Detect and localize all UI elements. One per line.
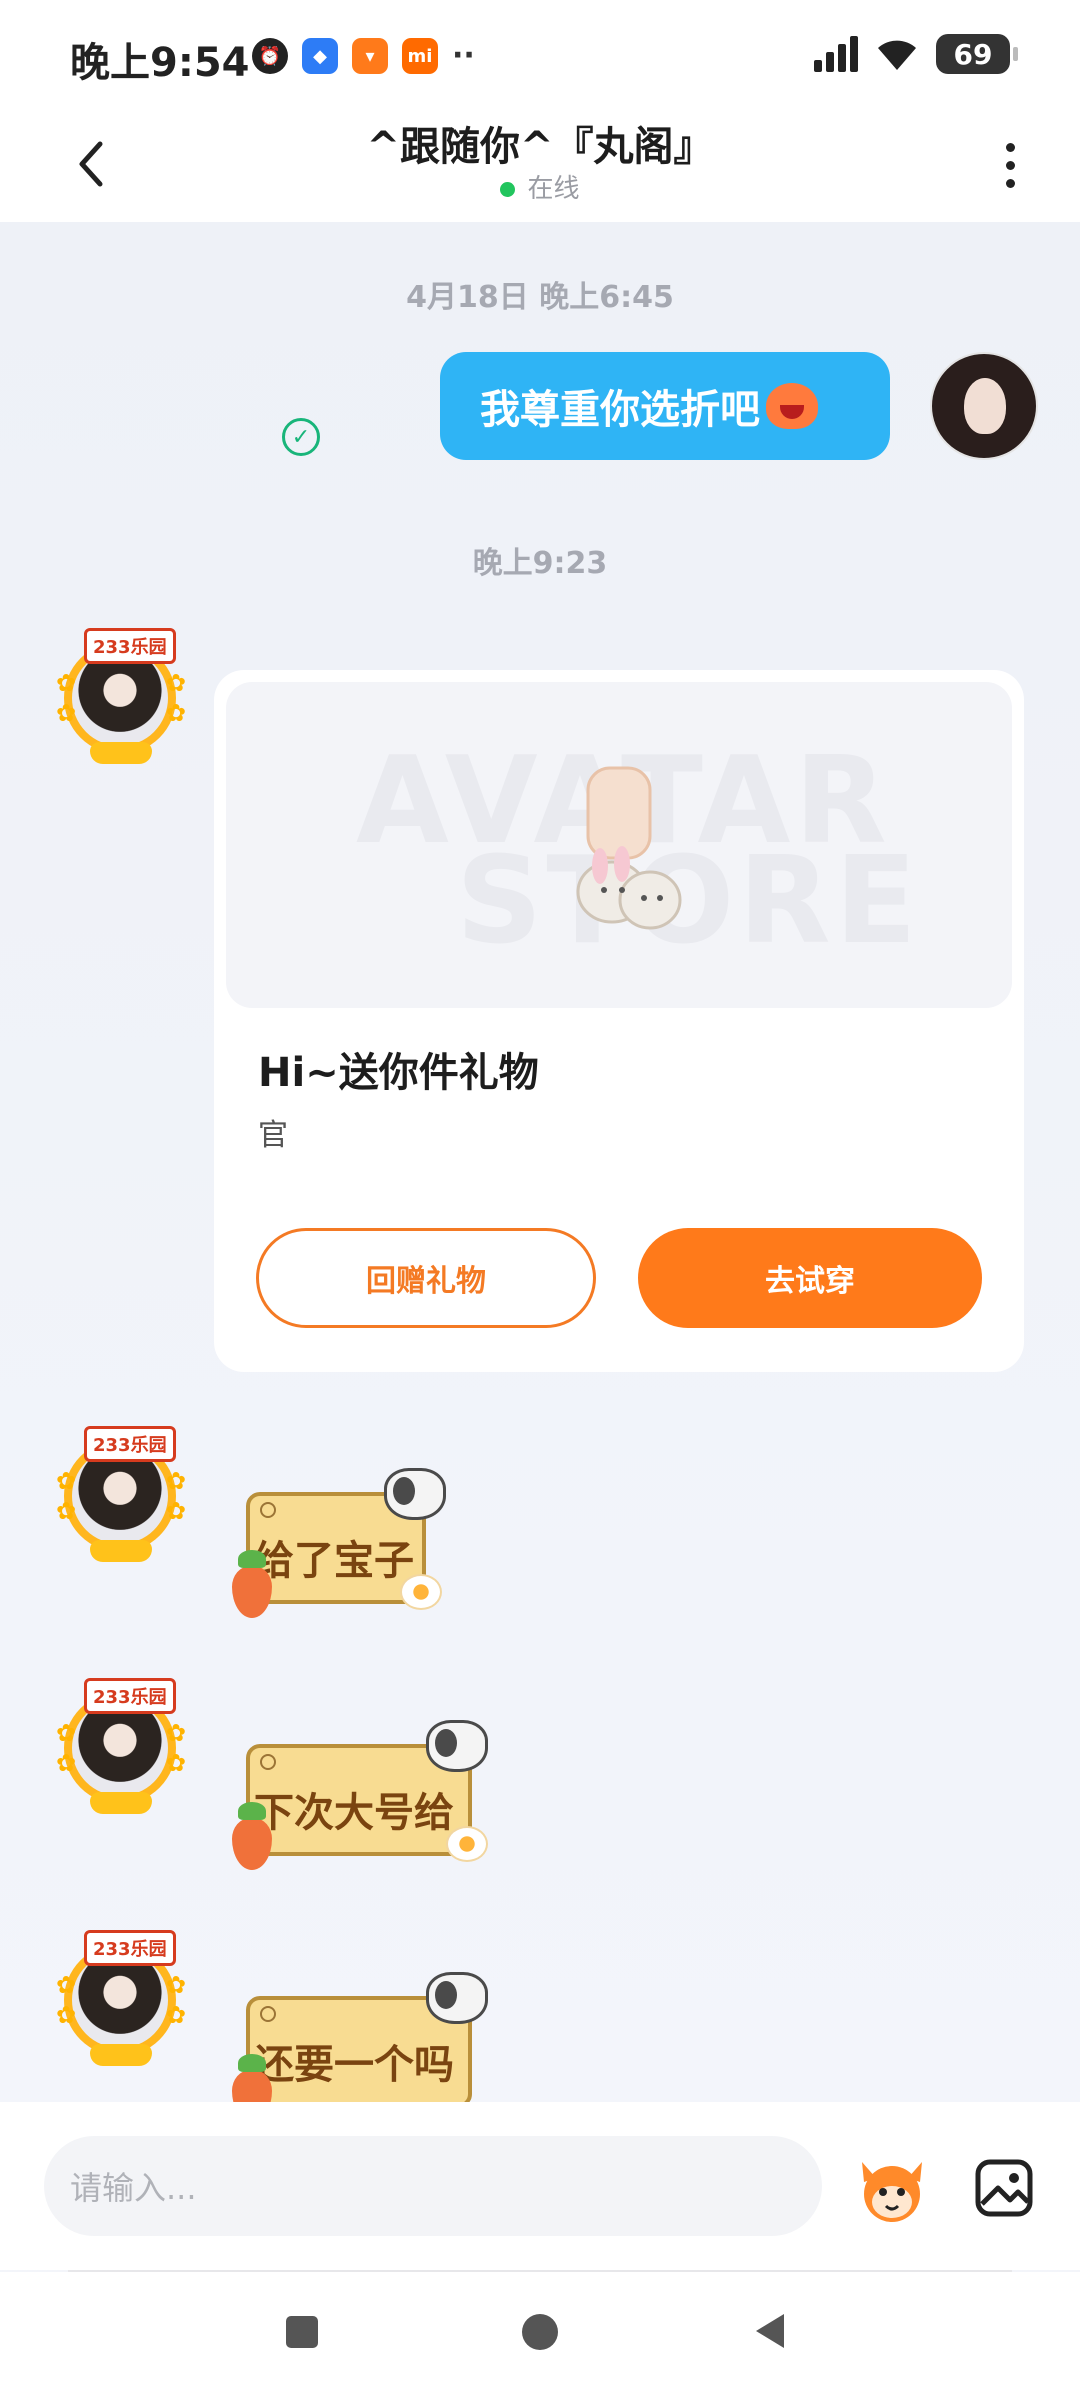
chat-header: ^跟随你^『丸阁』 在线 [0,110,1080,222]
back-triangle-icon[interactable] [756,2314,784,2348]
frame-crown-icon [90,742,152,764]
avatar-frame-badge: 233乐园 [84,1678,176,1714]
message-timestamp: 晚上9:23 [472,546,608,581]
frame-star-icon: ✿ ✿ [165,1971,186,2029]
gift-card-title: Hi~送你件礼物 [258,1050,539,1096]
try-on-button[interactable]: 去试穿 [638,1228,982,1328]
avatar-frame-badge: 233乐园 [84,1930,176,1966]
home-circle-icon[interactable] [522,2314,558,2350]
bunny-slippers-icon [576,766,682,930]
pin-icon [260,2006,276,2022]
image-icon [975,2159,1033,2217]
avatar-frame-badge: 233乐园 [84,628,176,664]
crying-face-emoji-icon [766,383,818,429]
chat-message-list[interactable]: 4月18日 晚上6:45 ✓ 我尊重你选折吧 晚上9:23 233乐园 ✿ ✿ ✿… [0,222,1080,2102]
sent-message-bubble[interactable]: 我尊重你选折吧 [440,352,890,460]
orange-bag-icon: ▾ [352,38,388,74]
message-input-bar: 请输入... [0,2102,1080,2270]
signal-icon [814,36,858,72]
sent-message-text: 我尊重你选折吧 [480,387,760,433]
chat-title: ^跟随你^『丸阁』 [366,124,714,170]
frame-star-icon: ✿ ✿ [56,1719,77,1777]
status-time: 晚上9:54 [70,40,250,86]
mascot-emoji-icon [862,2162,922,2222]
gift-card-subtitle: 官 [258,1118,288,1153]
emoji-button[interactable] [852,2148,932,2228]
sticker-message-text: 下次大号给 [254,1790,454,1836]
message-input[interactable]: 请输入... [44,2136,822,2236]
alarm-icon: ⏰ [252,38,288,74]
avatar-face [964,378,1006,434]
sticker-message-text: 给了宝子 [254,1538,414,1584]
friend-avatar[interactable]: 233乐园 ✿ ✿ ✿ ✿ [56,628,186,764]
status-system-icons: 69 [814,34,1018,74]
frame-star-icon: ✿ ✿ [56,1467,77,1525]
carrot-sticker-icon [232,1802,272,1870]
online-status-label: 在线 [527,174,580,204]
read-check-icon: ✓ [282,418,320,456]
carrot-sticker-icon [232,2054,272,2102]
wifi-icon [878,40,916,70]
friend-avatar[interactable]: 233乐园 ✿ ✿ ✿ ✿ [56,1426,186,1562]
frame-crown-icon [90,1792,152,1814]
friend-avatar[interactable]: 233乐园 ✿ ✿ ✿ ✿ [56,1678,186,1814]
gift-preview-image[interactable]: AVATAR STORE [226,682,1012,1008]
online-status: 在线 [0,168,1080,205]
pin-icon [260,1502,276,1518]
frame-crown-icon [90,1540,152,1562]
more-dot [1005,178,1015,188]
frame-crown-icon [90,2044,152,2066]
more-options-button[interactable] [990,130,1030,200]
more-dot [1005,142,1015,152]
cat-sticker-icon [426,1720,488,1772]
message-timestamp: 4月18日 晚上6:45 [406,280,674,315]
more-notifications-indicator: ·· [452,38,475,73]
cat-sticker-icon [384,1468,446,1520]
watermark-text: STORE [456,832,921,971]
blue-app-icon: ◆ [302,38,338,74]
cat-sticker-icon [426,1972,488,2024]
recents-square-icon[interactable] [286,2316,318,2348]
frame-star-icon: ✿ ✿ [56,669,77,727]
carrot-sticker-icon [232,1550,272,1618]
frame-star-icon: ✿ ✿ [165,1467,186,1525]
frame-star-icon: ✿ ✿ [165,1719,186,1777]
my-avatar[interactable] [930,352,1038,460]
egg-sticker-icon [400,1574,442,1610]
send-image-button[interactable] [964,2148,1044,2228]
more-dot [1005,160,1015,170]
return-gift-button[interactable]: 回赠礼物 [256,1228,596,1328]
egg-sticker-icon [446,1826,488,1862]
gift-message-card[interactable]: AVATAR STORE Hi~送你件礼物 官 回赠礼物 去试穿 [214,670,1024,1372]
friend-avatar[interactable]: 233乐园 ✿ ✿ ✿ ✿ [56,1930,186,2066]
battery-indicator: 69 [936,34,1018,74]
mi-icon: mi [402,38,438,74]
pin-icon [260,1754,276,1770]
status-bar: 晚上9:54 ⏰ ◆ ▾ mi ·· 69 [0,0,1080,110]
frame-star-icon: ✿ ✿ [56,1971,77,2029]
sticker-message-text: 还要一个吗 [254,2042,454,2088]
avatar-frame-badge: 233乐园 [84,1426,176,1462]
online-dot-icon [500,182,516,197]
system-navigation-bar [0,2272,1080,2400]
frame-star-icon: ✿ ✿ [165,669,186,727]
status-notification-icons: ⏰ ◆ ▾ mi ·· [252,38,475,74]
